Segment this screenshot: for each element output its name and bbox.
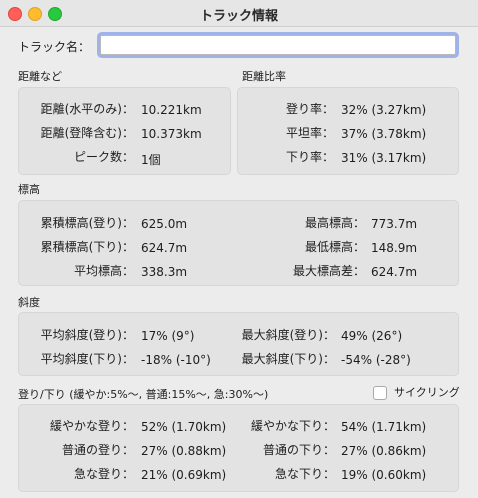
- distance-horizontal-value: 10.221km: [141, 103, 202, 117]
- normal-up-label: 普通の登り：: [61, 443, 134, 457]
- track-name-input[interactable]: [100, 35, 456, 55]
- normal-up-value: 27% (0.88km): [141, 444, 227, 458]
- slope-section-title: 斜度: [18, 296, 40, 309]
- avg-slope-down-label: 平均斜度(下り)：: [40, 352, 134, 366]
- flat-ratio-value: 37% (3.78km): [341, 127, 427, 141]
- downhill-ratio-value: 31% (3.17km): [341, 151, 427, 165]
- max-elevation-value: 773.7m: [371, 217, 418, 231]
- window-title: トラック情報: [199, 9, 278, 24]
- gentle-down-label: 緩やかな下り：: [250, 419, 335, 433]
- max-elevation-label: 最高標高：: [304, 216, 365, 230]
- max-elevation-diff-value: 624.7m: [371, 265, 418, 279]
- max-slope-down-label: 最大斜度(下り)：: [241, 352, 335, 366]
- distance-total-label: 距離(登降含む)：: [40, 126, 134, 140]
- cumulative-descent-label: 累積標高(下り)：: [40, 240, 134, 254]
- steep-down-label: 急な下り：: [274, 467, 335, 481]
- track-name-value: [101, 40, 104, 54]
- avg-slope-up-label: 平均斜度(登り)：: [40, 328, 134, 342]
- peak-count-value: 1個: [141, 153, 161, 167]
- downhill-ratio-label: 下り率：: [285, 150, 334, 164]
- flat-ratio-label: 平坦率：: [285, 126, 334, 140]
- cumulative-ascent-label: 累積標高(登り)：: [40, 216, 134, 230]
- normal-down-label: 普通の下り：: [262, 443, 335, 457]
- uphill-ratio-label: 登り率：: [285, 102, 334, 116]
- steep-up-label: 急な登り：: [73, 467, 134, 481]
- track-name-label: トラック名：: [18, 40, 91, 54]
- cumulative-descent-value: 624.7m: [141, 241, 188, 255]
- distance-section-title: 距離など: [18, 70, 62, 83]
- min-elevation-label: 最低標高：: [304, 240, 365, 254]
- steep-down-value: 19% (0.60km): [341, 468, 427, 482]
- elevation-section-title: 標高: [18, 183, 40, 196]
- max-slope-down-value: -54% (-28°): [341, 353, 411, 367]
- steep-up-value: 21% (0.69km): [141, 468, 227, 482]
- cycling-label[interactable]: サイクリング: [394, 384, 460, 400]
- min-elevation-value: 148.9m: [371, 241, 418, 255]
- max-elevation-diff-label: 最大標高差：: [292, 264, 365, 278]
- gentle-down-value: 54% (1.71km): [341, 420, 427, 434]
- cumulative-ascent-value: 625.0m: [141, 217, 188, 231]
- distance-total-value: 10.373km: [141, 127, 202, 141]
- gentle-up-value: 52% (1.70km): [141, 420, 227, 434]
- uphill-ratio-value: 32% (3.27km): [341, 103, 427, 117]
- max-slope-up-label: 最大斜度(登り)：: [241, 328, 335, 342]
- distance-horizontal-label: 距離(水平のみ)：: [40, 102, 134, 116]
- distance-ratio-section-title: 距離比率: [242, 70, 286, 83]
- normal-down-value: 27% (0.86km): [341, 444, 427, 458]
- average-elevation-label: 平均標高：: [73, 264, 134, 278]
- gentle-up-label: 緩やかな登り：: [49, 419, 134, 433]
- max-slope-up-value: 49% (26°): [341, 329, 403, 343]
- average-elevation-value: 338.3m: [141, 265, 188, 279]
- avg-slope-down-value: -18% (-10°): [141, 353, 211, 367]
- peak-count-label: ピーク数：: [73, 150, 134, 164]
- title-bar: トラック情報: [0, 0, 478, 27]
- updown-section-title: 登り/下り (緩やか:5%〜, 普通:15%〜, 急:30%〜): [18, 388, 269, 401]
- cycling-checkbox[interactable]: [373, 386, 387, 400]
- avg-slope-up-value: 17% (9°): [141, 329, 195, 343]
